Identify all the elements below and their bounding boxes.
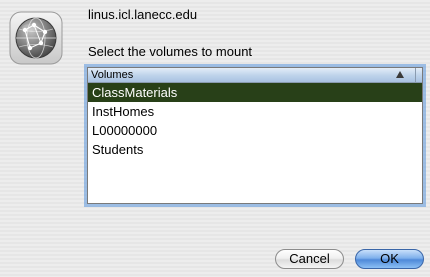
volumes-column-header[interactable]: Volumes xyxy=(88,68,422,83)
volumes-prompt: Select the volumes to mount xyxy=(88,44,253,59)
volume-row-l00000000[interactable]: L00000000 xyxy=(88,121,422,140)
server-name: linus.icl.lanecc.edu xyxy=(88,7,198,22)
volumes-list[interactable]: Volumes ClassMaterials InstHomes L000000… xyxy=(87,67,423,204)
cancel-button[interactable]: Cancel xyxy=(275,249,344,269)
mount-volumes-dialog: linus.icl.lanecc.edu Select the volumes … xyxy=(0,0,430,277)
network-server-globe-icon xyxy=(8,10,64,66)
column-divider xyxy=(415,68,416,82)
volume-row-classmaterials[interactable]: ClassMaterials xyxy=(88,83,422,102)
volume-row-insthomes[interactable]: InstHomes xyxy=(88,102,422,121)
ok-button[interactable]: OK xyxy=(355,249,424,269)
volumes-column-header-label: Volumes xyxy=(91,69,134,81)
volume-row-students[interactable]: Students xyxy=(88,140,422,159)
sort-ascending-icon xyxy=(396,71,404,78)
